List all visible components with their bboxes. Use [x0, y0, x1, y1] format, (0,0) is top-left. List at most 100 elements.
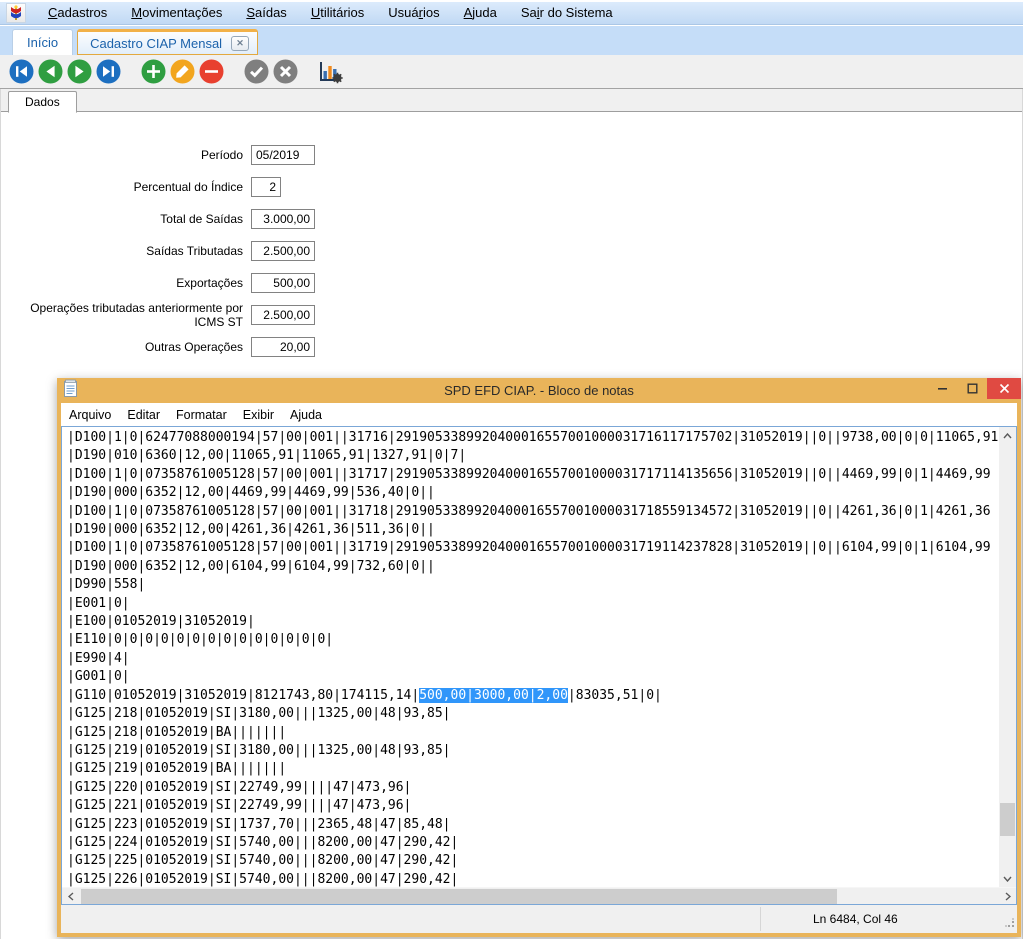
confirm-button[interactable] [243, 59, 269, 85]
text-line: |D190|000|6352|12,00|4469,99|4469,99|536… [67, 484, 999, 502]
delete-record-button[interactable] [198, 59, 224, 85]
exportacoes-label: Exportações [1, 276, 251, 290]
periodo-label: Período [1, 148, 251, 162]
text-line: |G001|0| [67, 668, 999, 686]
form-row-percentual-do-indice: Percentual do Índice [1, 177, 1022, 197]
menu-item-cadastros[interactable]: Cadastros [36, 2, 119, 24]
operacoes-icms-st-label: Operações tributadas anteriormente por I… [1, 301, 251, 329]
minimize-button[interactable] [927, 378, 957, 399]
form-row-periodo: Período [1, 145, 1022, 165]
notepad-client-area: |D100|1|0|62477088000194|57|00|001||3171… [61, 426, 1017, 905]
menu-item-ajuda[interactable]: Ajuda [452, 2, 509, 24]
tab-inicio[interactable]: Início [12, 29, 73, 55]
text-line: |D100|1|0|07358761005128|57|00|001||3171… [67, 539, 999, 557]
percentual-do-indice-field[interactable] [251, 177, 281, 197]
menu-item-utilitarios[interactable]: Utilitários [299, 2, 376, 24]
text-line: |D100|1|0|07358761005128|57|00|001||3171… [67, 503, 999, 521]
notepad-menu-ajuda[interactable]: Ajuda [282, 405, 330, 425]
main-menu: CadastrosMovimentaçõesSaídasUtilitáriosU… [36, 2, 625, 24]
tab-inicio-label: Início [27, 35, 58, 50]
periodo-field[interactable] [251, 145, 315, 165]
scroll-left-icon[interactable] [62, 888, 79, 905]
text-line: |D190|010|6360|12,00|11065,91|11065,91|1… [67, 447, 999, 465]
notepad-menu-arquivo[interactable]: Arquivo [61, 405, 119, 425]
total-de-saidas-label: Total de Saídas [1, 212, 251, 226]
text-line: |G125|218|01052019|SI|3180,00|||1325,00|… [67, 705, 999, 723]
horizontal-scroll-thumb[interactable] [81, 889, 837, 904]
text-line: |D990|558| [67, 576, 999, 594]
text-line: |G125|219|01052019|SI|3180,00|||1325,00|… [67, 742, 999, 760]
cursor-position: Ln 6484, Col 46 [813, 912, 898, 926]
text-line: |G125|225|01052019|SI|5740,00|||8200,00|… [67, 852, 999, 870]
vertical-scrollbar[interactable] [999, 427, 1016, 887]
text-line: |G125|218|01052019|BA||||||| [67, 724, 999, 742]
text-line: |G125|220|01052019|SI|22749,99||||47|473… [67, 779, 999, 797]
form-row-exportacoes: Exportações [1, 273, 1022, 293]
tab-cadastro-ciap-mensal-label: Cadastro CIAP Mensal [90, 36, 222, 51]
text-line: |G125|224|01052019|SI|5740,00|||8200,00|… [67, 834, 999, 852]
main-menubar: CadastrosMovimentaçõesSaídasUtilitáriosU… [0, 2, 1023, 25]
menu-item-sair-do-sistema[interactable]: Sair do Sistema [509, 2, 625, 24]
notepad-menu-editar[interactable]: Editar [119, 405, 168, 425]
scroll-down-icon[interactable] [999, 870, 1016, 887]
page-tab-row: Dados [1, 89, 1022, 112]
report-chart-button[interactable] [317, 59, 343, 85]
text-line: |E001|0| [67, 595, 999, 613]
menu-item-movimentacoes[interactable]: Movimentações [119, 2, 234, 24]
text-line: |G125|223|01052019|SI|1737,70|||2365,48|… [67, 816, 999, 834]
total-de-saidas-field[interactable] [251, 209, 315, 229]
text-line: |D100|1|0|62477088000194|57|00|001||3171… [67, 429, 999, 447]
text-line: |G125|226|01052019|SI|5740,00|||8200,00|… [67, 871, 999, 887]
tab-close-icon[interactable]: ✕ [231, 36, 249, 51]
outras-operacoes-field[interactable] [251, 337, 315, 357]
notepad-menu-exibir[interactable]: Exibir [235, 405, 282, 425]
notepad-statusbar: Ln 6484, Col 46 [61, 905, 1017, 933]
notepad-title: SPD EFD CIAP. - Bloco de notas [61, 383, 1017, 398]
resize-grip[interactable] [1005, 917, 1015, 931]
selected-text: 500,00|3000,00|2,00 [419, 688, 568, 703]
notepad-text-area[interactable]: |D100|1|0|62477088000194|57|00|001||3171… [62, 427, 1016, 887]
menu-item-saidas[interactable]: Saídas [234, 2, 298, 24]
text-line: |E990|4| [67, 650, 999, 668]
ciap-form: Período Percentual do Índice Total de Saíd… [1, 112, 1022, 357]
outras-operacoes-label: Outras Operações [1, 340, 251, 354]
notepad-titlebar[interactable]: SPD EFD CIAP. - Bloco de notas [61, 378, 1017, 403]
notepad-window: SPD EFD CIAP. - Bloco de notas ArquivoEd… [57, 378, 1021, 937]
form-row-total-de-saidas: Total de Saídas [1, 209, 1022, 229]
text-line: |G125|219|01052019|BA||||||| [67, 760, 999, 778]
notepad-menubar: ArquivoEditarFormatarExibirAjuda [61, 403, 1017, 426]
tab-cadastro-ciap-mensal[interactable]: Cadastro CIAP Mensal ✕ [77, 29, 258, 55]
edit-record-button[interactable] [169, 59, 195, 85]
previous-record-button[interactable] [37, 59, 63, 85]
notepad-text-content[interactable]: |D100|1|0|62477088000194|57|00|001||3171… [62, 427, 999, 887]
text-line: |G110|01052019|31052019|8121743,80|17411… [67, 687, 999, 705]
add-record-button[interactable] [140, 59, 166, 85]
percentual-do-indice-label: Percentual do Índice [1, 180, 251, 194]
maximize-button[interactable] [957, 378, 987, 399]
saidas-tributadas-label: Saídas Tributadas [1, 244, 251, 258]
app-logo-icon [6, 3, 26, 23]
first-record-button[interactable] [8, 59, 34, 85]
operacoes-icms-st-field[interactable] [251, 305, 315, 325]
horizontal-scrollbar[interactable] [62, 887, 1016, 904]
exportacoes-field[interactable] [251, 273, 315, 293]
form-row-operacoes-icms-st: Operações tributadas anteriormente por I… [1, 305, 1022, 325]
scroll-up-icon[interactable] [999, 427, 1016, 444]
text-line: |D190|000|6352|12,00|4261,36|4261,36|511… [67, 521, 999, 539]
tab-dados[interactable]: Dados [8, 91, 77, 113]
cancel-button[interactable] [272, 59, 298, 85]
last-record-button[interactable] [95, 59, 121, 85]
form-row-saidas-tributadas: Saídas Tributadas [1, 241, 1022, 261]
scroll-right-icon[interactable] [999, 888, 1016, 905]
document-tabstrip: Início Cadastro CIAP Mensal ✕ [0, 26, 1023, 55]
menu-item-usuarios[interactable]: Usuários [376, 2, 451, 24]
vertical-scroll-thumb[interactable] [1000, 803, 1015, 836]
saidas-tributadas-field[interactable] [251, 241, 315, 261]
text-line: |G125|221|01052019|SI|22749,99||||47|473… [67, 797, 999, 815]
tab-dados-label: Dados [25, 95, 60, 109]
text-line: |E100|01052019|31052019| [67, 613, 999, 631]
close-button[interactable] [987, 378, 1021, 399]
next-record-button[interactable] [66, 59, 92, 85]
notepad-window-controls [927, 378, 1021, 403]
notepad-menu-formatar[interactable]: Formatar [168, 405, 235, 425]
